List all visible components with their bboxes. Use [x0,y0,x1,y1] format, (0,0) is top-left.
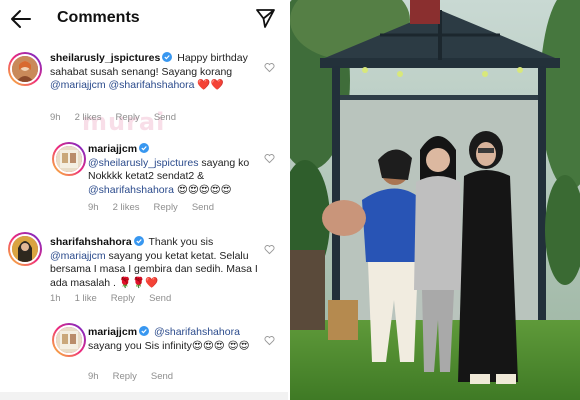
avatar[interactable] [8,232,42,266]
send-button[interactable]: Send [192,202,214,213]
photo-illustration [290,0,580,400]
mention-link[interactable]: @sharifahshahora [88,184,174,196]
mention-link[interactable]: @mariajjcm [50,79,106,91]
photo [290,0,580,400]
comment-meta: 1h 1 like Reply Send [50,293,185,304]
comment-text: sayang you Sis infinity😍😍😍 😍😍 [88,339,250,352]
verified-badge-icon [133,236,144,246]
verified-badge-icon [162,52,173,62]
comment-username[interactable]: mariajjcm [88,326,137,338]
page-title: Comments [57,9,140,26]
back-arrow-icon[interactable] [8,6,34,32]
comment-meta: 9h Reply Send [88,371,187,382]
comment-time: 1h [50,293,61,304]
comment-time: 9h [88,371,99,382]
comments-header: Comments [0,0,288,38]
reply-button[interactable]: Reply [113,371,137,382]
send-button[interactable]: Send [154,112,176,123]
mention-link[interactable]: @sharifahshahora [109,79,195,91]
send-button[interactable]: Send [151,371,173,382]
avatar[interactable] [52,142,86,176]
comment-username[interactable]: sheilarusly_jspictures [50,52,160,64]
heart-icon[interactable] [264,153,275,164]
reply-button[interactable]: Reply [111,293,135,304]
reply-button[interactable]: Reply [154,202,178,213]
comment-username[interactable]: sharifahshahora [50,236,132,248]
comment-username[interactable]: mariajjcm [88,143,137,155]
comment-meta: 9h 2 likes Reply Send [88,202,228,213]
mention-link[interactable]: @sharifahshahora [154,326,240,338]
comment-time: 9h [50,112,61,123]
comment-time: 9h [88,202,99,213]
send-icon[interactable] [254,7,276,29]
verified-badge-icon [139,143,150,153]
likes-count[interactable]: 2 likes [75,112,102,123]
avatar[interactable] [52,323,86,357]
avatar[interactable] [8,52,42,86]
bottom-bar [0,392,288,400]
heart-icon[interactable] [264,62,275,73]
heart-icon[interactable] [264,335,275,346]
verified-badge-icon [139,326,150,336]
likes-count[interactable]: 1 like [75,293,97,304]
mention-link[interactable]: @sheilarusly_jspictures [88,157,198,169]
heart-icon[interactable] [264,244,275,255]
comment-text: Thank you sis [148,236,214,248]
likes-count[interactable]: 2 likes [113,202,140,213]
comments-panel: Comments murai sheilarusly_jspictures Ha… [0,0,288,400]
comment-meta: 9h 2 likes Reply Send [50,112,190,123]
mention-link[interactable]: @mariajjcm [50,250,106,262]
reply-button[interactable]: Reply [116,112,140,123]
send-button[interactable]: Send [149,293,171,304]
